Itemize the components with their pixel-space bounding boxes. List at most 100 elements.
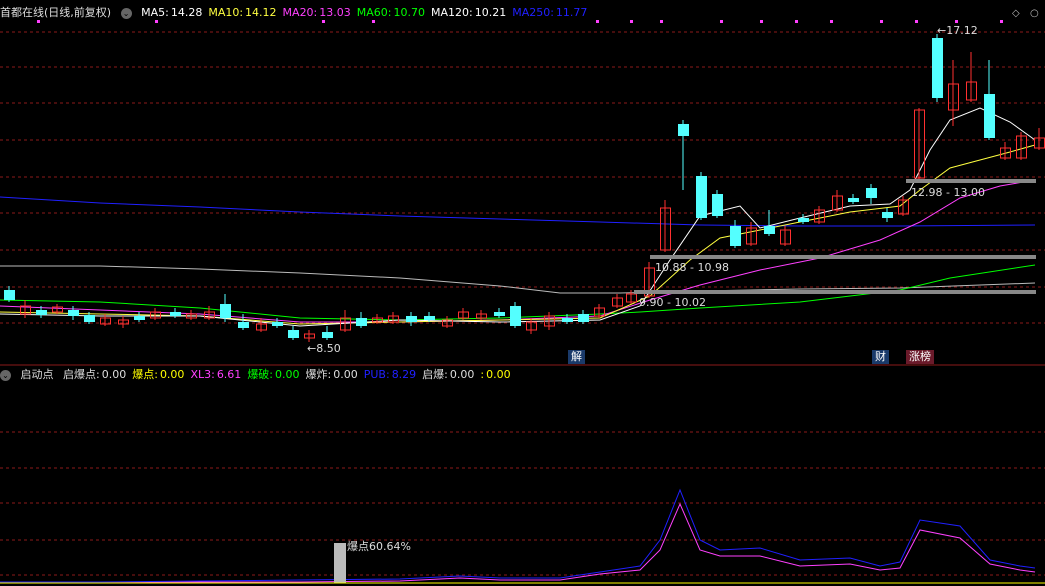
ind-item: 爆破: 0.00 bbox=[247, 368, 299, 381]
candle[interactable] bbox=[340, 310, 351, 332]
ind-item: XL3: 6.61 bbox=[190, 368, 241, 381]
candle[interactable] bbox=[780, 226, 791, 246]
candle[interactable] bbox=[578, 310, 589, 324]
candle[interactable] bbox=[150, 308, 161, 320]
candle[interactable] bbox=[256, 318, 267, 332]
pub-line bbox=[0, 488, 1036, 583]
candle[interactable] bbox=[20, 300, 31, 318]
candle-body bbox=[4, 290, 15, 300]
ma-label: MA20: bbox=[282, 6, 318, 19]
ma20-line bbox=[0, 179, 1036, 323]
ind-label: PUB: bbox=[363, 368, 390, 381]
candle[interactable] bbox=[932, 34, 943, 102]
ma-item: MA5: 14.28 bbox=[141, 6, 202, 19]
marker-dot bbox=[795, 20, 798, 23]
candle[interactable] bbox=[712, 190, 723, 218]
diamond-icon[interactable]: ◇ bbox=[1012, 8, 1020, 19]
candle[interactable] bbox=[966, 52, 977, 102]
candle[interactable] bbox=[322, 326, 333, 340]
candle[interactable] bbox=[476, 310, 487, 320]
ind-label: : bbox=[480, 368, 485, 381]
candle-body bbox=[288, 330, 299, 338]
ind-item: 启爆点: 0.00 bbox=[63, 368, 126, 381]
candle-body bbox=[882, 212, 893, 218]
ind-item: 爆点: 0.00 bbox=[132, 368, 184, 381]
ma-item: MA120: 10.21 bbox=[431, 6, 506, 19]
high-price-value: 17.12 bbox=[946, 24, 978, 37]
candle[interactable] bbox=[730, 220, 741, 248]
candle[interactable] bbox=[848, 194, 859, 204]
event-tag-jie[interactable]: 解 bbox=[568, 350, 585, 364]
candle-body bbox=[84, 315, 95, 322]
zone-bar-1 bbox=[906, 179, 1036, 183]
settings-icon[interactable]: ○ bbox=[1030, 8, 1039, 19]
candle-body bbox=[356, 318, 367, 326]
candle[interactable] bbox=[814, 206, 825, 224]
candle-body bbox=[36, 310, 47, 315]
candle-body bbox=[984, 94, 995, 138]
candle[interactable] bbox=[220, 294, 231, 322]
candle[interactable] bbox=[1000, 142, 1011, 160]
candle[interactable] bbox=[696, 172, 707, 220]
ind-item: PUB: 8.29 bbox=[364, 368, 416, 381]
candle[interactable] bbox=[4, 286, 15, 302]
candle[interactable] bbox=[118, 316, 129, 328]
ind-item: 爆炸: 0.00 bbox=[306, 368, 358, 381]
candle[interactable] bbox=[304, 330, 315, 342]
ind-label: XL3: bbox=[190, 368, 215, 381]
event-tag-cai[interactable]: 财 bbox=[872, 350, 889, 364]
candle[interactable] bbox=[406, 312, 417, 326]
candle[interactable] bbox=[866, 184, 877, 204]
candle[interactable] bbox=[238, 314, 249, 330]
candle-body bbox=[170, 312, 181, 316]
candle[interactable] bbox=[1034, 128, 1045, 150]
candle[interactable] bbox=[510, 302, 521, 328]
chart-mode: (日线,前复权) bbox=[44, 6, 112, 19]
candle[interactable] bbox=[134, 312, 145, 322]
candle[interactable] bbox=[68, 306, 79, 320]
candle[interactable] bbox=[494, 308, 505, 318]
marker-dot bbox=[915, 20, 918, 23]
candle[interactable] bbox=[764, 210, 775, 236]
candle[interactable] bbox=[356, 312, 367, 328]
chevron-down-icon[interactable]: ⌄ bbox=[0, 369, 11, 381]
candle[interactable] bbox=[526, 318, 537, 334]
candle[interactable] bbox=[594, 304, 605, 318]
candle[interactable] bbox=[948, 60, 959, 126]
candle[interactable] bbox=[52, 304, 63, 314]
candle[interactable] bbox=[984, 60, 995, 140]
candle[interactable] bbox=[388, 312, 399, 324]
candle-body bbox=[562, 318, 573, 322]
candle[interactable] bbox=[170, 308, 181, 318]
ma-item: MA10: 14.12 bbox=[208, 6, 276, 19]
candle[interactable] bbox=[1016, 132, 1027, 160]
ma-item: MA250: 11.77 bbox=[512, 6, 587, 19]
chevron-down-icon[interactable]: ⌄ bbox=[120, 7, 132, 19]
ma-label: MA60: bbox=[356, 6, 392, 19]
candle-body bbox=[68, 310, 79, 316]
candle[interactable] bbox=[832, 190, 843, 212]
candle-body bbox=[510, 306, 521, 326]
zone-label-1: 12.98 - 13.00 bbox=[911, 186, 985, 199]
zone-bar-2 bbox=[650, 255, 1036, 259]
candle-body bbox=[932, 38, 943, 98]
event-tag-zhangbang[interactable]: 涨榜 bbox=[906, 350, 934, 364]
candle[interactable] bbox=[186, 310, 197, 320]
candle-body bbox=[730, 226, 741, 246]
marker-dot bbox=[720, 20, 723, 23]
candle-body bbox=[406, 316, 417, 322]
ma-legend: MA5: 14.28 MA10: 14.12 MA20: 13.03 MA60: 10.70 M… bbox=[141, 6, 593, 19]
candle[interactable] bbox=[458, 308, 469, 320]
ma-value: 10.70 bbox=[393, 6, 425, 19]
candle[interactable] bbox=[612, 294, 623, 308]
candle[interactable] bbox=[288, 326, 299, 340]
candle[interactable] bbox=[660, 200, 671, 252]
candle[interactable] bbox=[882, 208, 893, 222]
ma-label: MA10: bbox=[208, 6, 244, 19]
candlesticks[interactable] bbox=[4, 34, 1045, 342]
candle[interactable] bbox=[914, 108, 925, 180]
chart-canvas[interactable] bbox=[0, 0, 1045, 586]
candle[interactable] bbox=[442, 316, 453, 328]
indicator-lines bbox=[0, 488, 1045, 584]
candle[interactable] bbox=[678, 120, 689, 190]
